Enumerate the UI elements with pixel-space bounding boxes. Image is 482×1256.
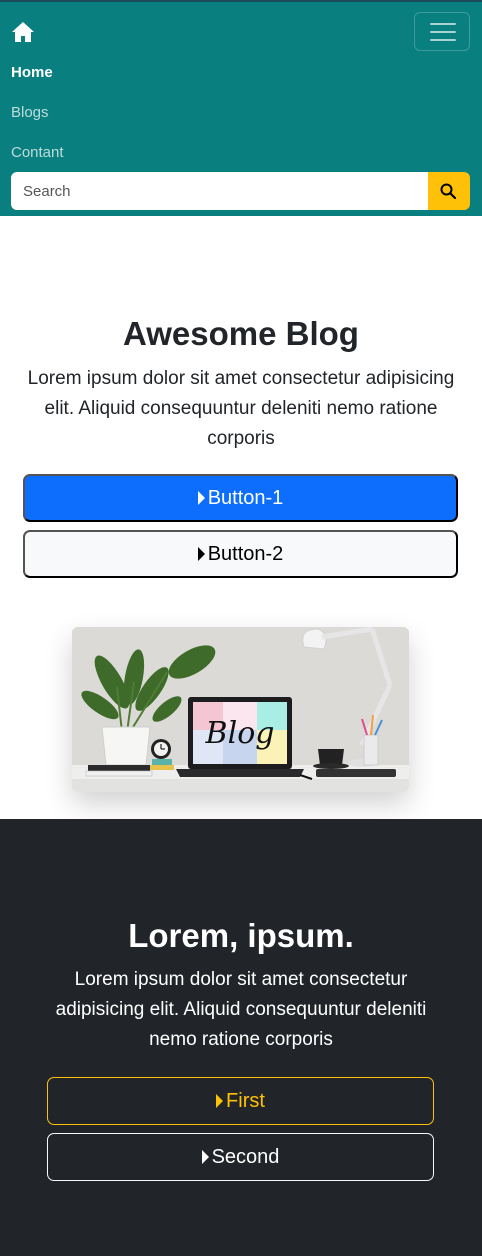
search-input[interactable]	[11, 172, 428, 210]
second-button-label: Second	[211, 1145, 280, 1168]
caret-right-icon	[201, 1150, 209, 1164]
navbar: Home Blogs Contant	[0, 0, 482, 216]
dark-section-description: Lorem ipsum dolor sit amet consectetur a…	[55, 969, 427, 1050]
second-button[interactable]: Second	[47, 1133, 434, 1181]
blog-desk-illustration: Blog	[72, 627, 409, 792]
nav-link-contant[interactable]: Contant	[11, 143, 64, 163]
nav-link-home[interactable]: Home	[11, 63, 53, 83]
laptop-screen-text: Blog	[205, 716, 275, 751]
hero-image: Blog	[72, 627, 409, 792]
first-button[interactable]: First	[47, 1077, 434, 1125]
hero-title: Awesome Blog	[123, 315, 359, 352]
hero-description: Lorem ipsum dolor sit amet consectetur a…	[27, 368, 455, 449]
dark-section-title: Lorem, ipsum.	[128, 917, 354, 954]
button-2-label: Button-2	[207, 542, 284, 565]
caret-right-icon	[197, 491, 205, 505]
hamburger-icon	[430, 23, 456, 25]
home-icon[interactable]	[11, 21, 35, 43]
nav-link-blogs[interactable]: Blogs	[11, 103, 49, 123]
search-button[interactable]	[428, 172, 470, 210]
caret-right-icon	[216, 1094, 224, 1108]
caret-right-icon	[197, 547, 205, 561]
navbar-toggler-button[interactable]	[414, 12, 470, 51]
button-1[interactable]: Button-1	[23, 474, 458, 522]
first-button-label: First	[226, 1089, 265, 1112]
button-1-label: Button-1	[207, 486, 284, 509]
search-icon	[440, 183, 456, 199]
button-2[interactable]: Button-2	[23, 530, 458, 578]
